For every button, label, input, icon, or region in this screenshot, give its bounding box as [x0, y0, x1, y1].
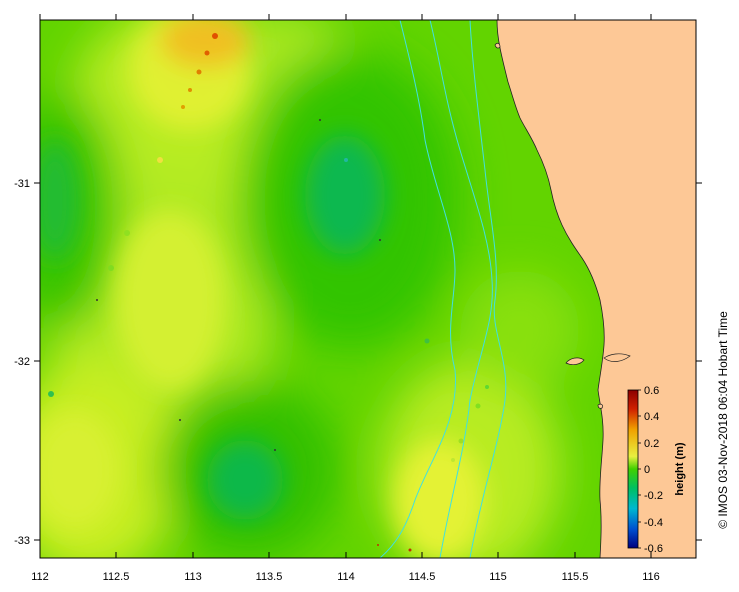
- x-tick-label: 116: [642, 571, 660, 583]
- x-tick-label: 113.5: [256, 571, 283, 583]
- y-tick-label: -32: [14, 356, 30, 368]
- colorbar-tick-label: -0.2: [644, 490, 663, 502]
- x-tick-label: 112.5: [103, 571, 130, 583]
- colorbar-gradient: [627, 389, 639, 549]
- x-tick-label: 114: [337, 571, 355, 583]
- colorbar-tick-label: 0: [644, 464, 650, 476]
- x-axis-labels: 112 112.5 113 113.5 114 114.5 115 115.5 …: [31, 571, 660, 583]
- credit-text: © IMOS 03-Nov-2018 06:04 Hobart Time: [716, 311, 730, 529]
- colorbar-tick-label: 0.2: [644, 438, 659, 450]
- colorbar-tick-label: 0.4: [644, 411, 659, 423]
- map-figure: 112 112.5 113 113.5 114 114.5 115 115.5 …: [14, 14, 730, 583]
- y-axis-labels: -31 -32 -33: [14, 178, 30, 547]
- colorbar-tick-label: 0.6: [644, 385, 659, 397]
- x-tick-label: 113: [184, 571, 202, 583]
- x-tick-label: 114.5: [409, 571, 436, 583]
- colorbar-title: height (m): [674, 442, 686, 495]
- x-tick-label: 115: [489, 571, 507, 583]
- y-tick-label: -33: [14, 535, 30, 547]
- x-tick-label: 112: [31, 571, 49, 583]
- colorbar-tick-label: -0.6: [644, 543, 663, 555]
- colorbar-tick-label: -0.4: [644, 517, 663, 529]
- x-tick-label: 115.5: [562, 571, 589, 583]
- y-tick-label: -31: [14, 178, 30, 190]
